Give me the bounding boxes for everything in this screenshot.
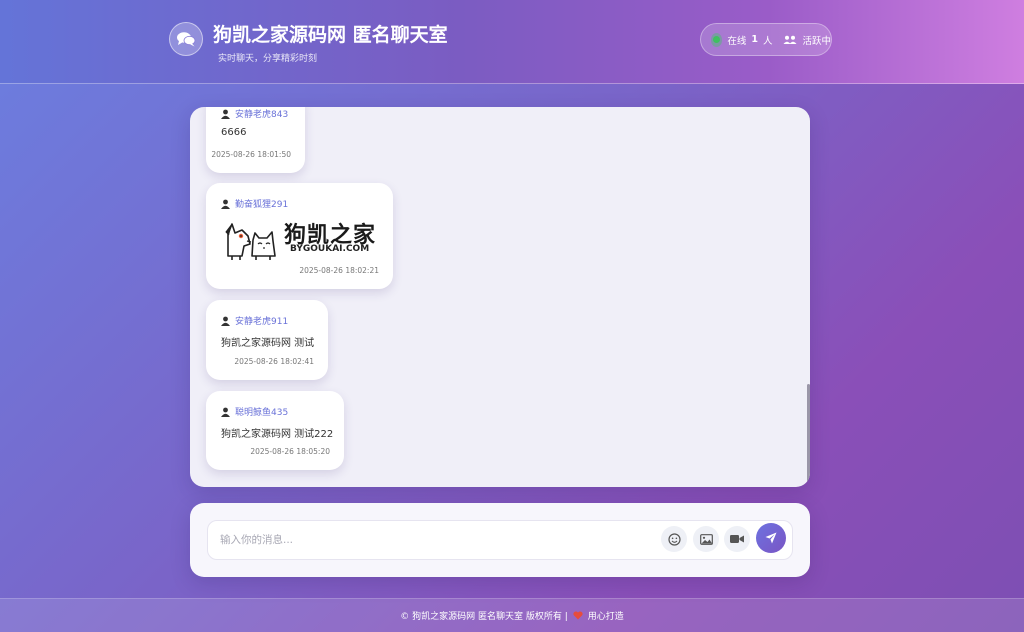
message-username: 勤奋狐狸291: [235, 200, 289, 210]
video-button[interactable]: [724, 526, 750, 552]
message-item: 勤奋狐狸291 狗凯之家 BYGOUKAI.COM 2025-08-26 18:…: [206, 183, 393, 289]
chat-bubbles-icon: [169, 22, 203, 56]
online-status: 在线 1 人 活跃中: [700, 23, 832, 56]
header: 狗凯之家源码网 匿名聊天室 实时聊天，分享精彩时刻 在线 1 人 活跃中: [0, 0, 1024, 84]
message-input[interactable]: [220, 521, 650, 559]
online-dot-icon: [711, 32, 723, 47]
chat-scrollbar[interactable]: [807, 384, 810, 487]
active-label: 活跃中: [802, 35, 831, 47]
send-button[interactable]: [756, 523, 786, 553]
site-subtitle: 实时聊天，分享精彩时刻: [218, 54, 318, 64]
dog-cat-logo-icon: [225, 223, 276, 260]
user-icon: [221, 199, 230, 209]
message-text: 狗凯之家源码网 测试: [221, 338, 315, 349]
online-suffix: 人: [762, 35, 773, 47]
composer: [190, 503, 810, 577]
message-username: 聪明鲸鱼435: [235, 408, 289, 418]
message-text: 6666: [221, 127, 247, 138]
message-username: 安静老虎911: [235, 317, 289, 327]
message-time: 2025-08-26 18:05:20: [250, 447, 330, 456]
logo-subtext: BYGOUKAI.COM: [290, 244, 370, 254]
message-item: 安静老虎911 狗凯之家源码网 测试 2025-08-26 18:02:41: [206, 300, 328, 380]
site-title: 狗凯之家源码网 匿名聊天室: [213, 24, 448, 46]
emoji-icon: [667, 532, 681, 546]
user-icon: [221, 109, 230, 119]
message-user: 安静老虎843: [221, 107, 288, 120]
footer-made-with: 用心打造: [587, 612, 624, 622]
message-text: 狗凯之家源码网 测试222: [221, 429, 334, 440]
users-icon: [783, 35, 797, 45]
chat-messages[interactable]: 安静老虎843 6666 2025-08-26 18:01:50 勤奋狐狸291: [190, 107, 810, 487]
user-icon: [221, 316, 230, 326]
video-icon: [730, 535, 744, 543]
message-time: 2025-08-26 18:02:21: [299, 266, 379, 275]
footer: © 狗凯之家源码网 匿名聊天室 版权所有 | 用心打造: [0, 598, 1024, 632]
user-icon: [221, 407, 230, 417]
emoji-button[interactable]: [661, 526, 687, 552]
online-count: 1: [751, 34, 758, 45]
footer-copyright: © 狗凯之家源码网 匿名聊天室 版权所有 |: [400, 612, 568, 622]
message-item: 聪明鲸鱼435 狗凯之家源码网 测试222 2025-08-26 18:05:2…: [206, 391, 344, 470]
message-user: 安静老虎911: [221, 314, 288, 327]
message-image[interactable]: 狗凯之家 BYGOUKAI.COM: [220, 216, 380, 260]
message-user: 聪明鲸鱼435: [221, 405, 288, 418]
message-username: 安静老虎843: [235, 110, 289, 120]
image-icon: [699, 533, 713, 545]
heart-icon: [573, 611, 583, 620]
send-icon: [765, 532, 777, 544]
message-user: 勤奋狐狸291: [221, 197, 288, 210]
message-time: 2025-08-26 18:01:50: [211, 150, 291, 159]
online-prefix: 在线: [727, 35, 747, 47]
image-button[interactable]: [693, 526, 719, 552]
composer-box: [207, 520, 793, 560]
message-item: 安静老虎843 6666 2025-08-26 18:01:50: [206, 107, 305, 173]
message-time: 2025-08-26 18:02:41: [234, 357, 314, 366]
